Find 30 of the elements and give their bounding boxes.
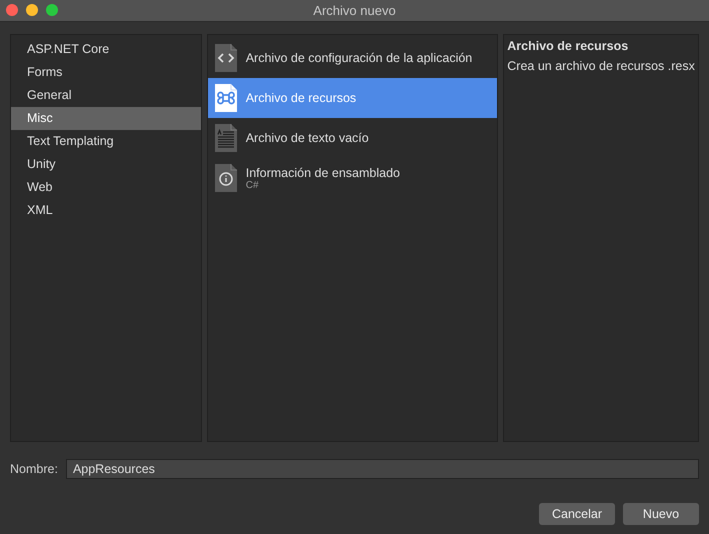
description-text: Crea un archivo de recursos .resx: [507, 59, 695, 73]
description-title: Archivo de recursos: [507, 39, 630, 53]
minimize-button[interactable]: [26, 4, 38, 16]
code-file-icon: [214, 43, 238, 73]
template-label: Archivo de recursos: [246, 91, 356, 105]
category-item[interactable]: ASP.NET Core: [11, 38, 201, 61]
category-item[interactable]: Forms: [11, 61, 201, 84]
info-file-icon: [214, 163, 238, 193]
template-item[interactable]: Información de ensamblado C#: [208, 158, 498, 198]
text-file-icon: [214, 123, 238, 153]
category-item[interactable]: Misc: [11, 107, 201, 130]
template-label: Archivo de texto vacío: [246, 131, 369, 145]
template-label: Información de ensamblado: [246, 166, 400, 180]
template-language: C#: [246, 180, 260, 190]
name-field[interactable]: AppResources: [66, 459, 699, 479]
command-file-icon: [214, 83, 238, 113]
name-label: Nombre:: [10, 462, 58, 476]
category-item[interactable]: Text Templating: [11, 130, 201, 153]
category-item[interactable]: Web: [11, 176, 201, 199]
template-label: Archivo de configuración de la aplicación: [246, 51, 472, 65]
category-item[interactable]: Unity: [11, 153, 201, 176]
category-item[interactable]: XML: [11, 199, 201, 222]
zoom-button[interactable]: [46, 4, 58, 16]
create-button[interactable]: Nuevo: [623, 503, 699, 525]
cancel-button[interactable]: Cancelar: [539, 503, 615, 525]
window-title: Archivo nuevo: [313, 3, 396, 18]
template-item[interactable]: Archivo de texto vacío: [208, 118, 498, 158]
close-button[interactable]: [6, 4, 18, 16]
template-item[interactable]: Archivo de configuración de la aplicación: [208, 38, 498, 78]
category-item[interactable]: General: [11, 84, 201, 107]
